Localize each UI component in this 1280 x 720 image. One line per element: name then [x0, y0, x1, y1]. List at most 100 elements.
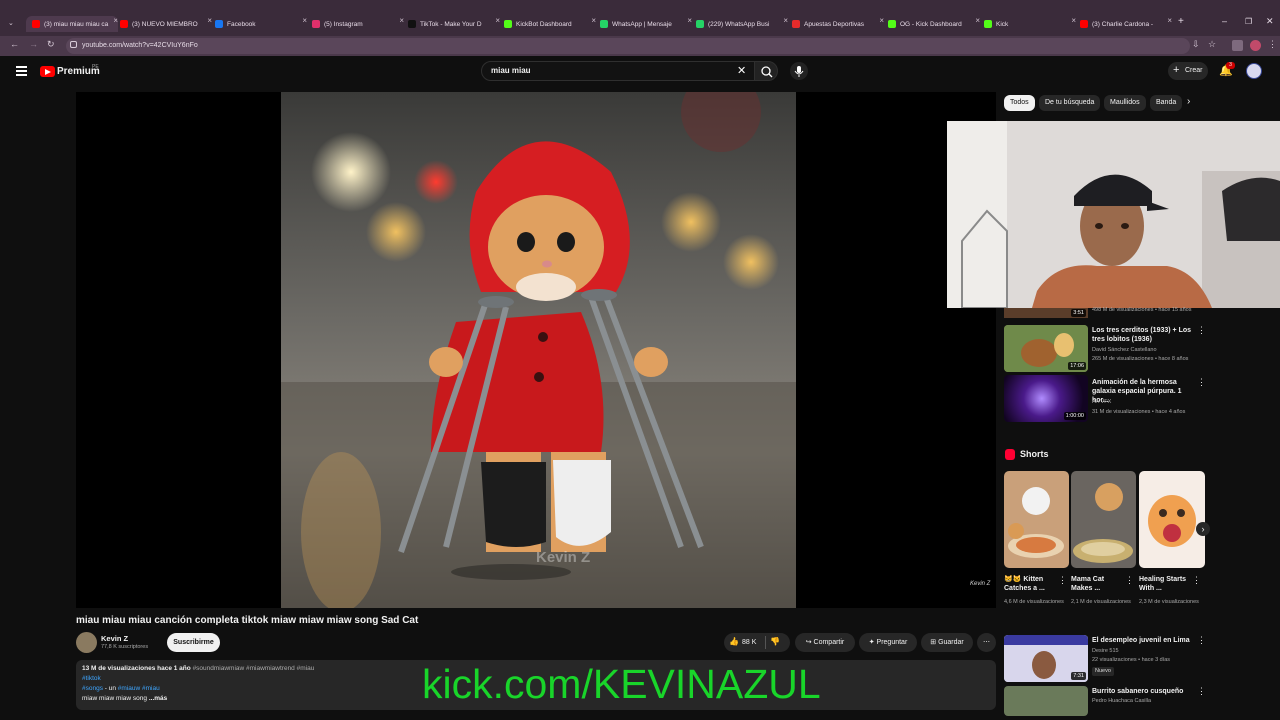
short-more-icon[interactable]: ⋮	[1058, 575, 1067, 586]
dislike-icon[interactable]: 👎	[770, 637, 780, 646]
search-input[interactable]: miau miau	[481, 61, 755, 81]
related-thumbnail-partial[interactable]: 3:51	[1004, 308, 1088, 318]
related-title[interactable]: Burrito sabanero cusqueño	[1092, 687, 1196, 696]
tab-close-icon[interactable]: ×	[591, 16, 596, 25]
install-icon[interactable]: ⇩	[1192, 39, 1200, 50]
tab-search-icon[interactable]: ⌄	[8, 19, 14, 27]
youtube-logo-icon[interactable]	[40, 66, 55, 77]
chip-maullidos[interactable]: Maullidos	[1104, 95, 1146, 111]
related-more-icon[interactable]: ⋮	[1197, 325, 1206, 336]
related-title[interactable]: El desempleo juvenil en Lima	[1092, 636, 1196, 645]
cat-cooking-thumbnail-illustration	[1071, 471, 1136, 568]
new-tab-icon[interactable]: +	[1178, 16, 1184, 27]
tab-close-icon[interactable]: ×	[783, 16, 788, 25]
browser-tab[interactable]: (3) Charlie Cardona - ×	[1080, 16, 1172, 32]
back-icon[interactable]: ←	[10, 39, 19, 49]
channel-name[interactable]: Kevin Z	[101, 634, 128, 643]
url-field[interactable]: youtube.com/watch?v=42CVIuY6nFo	[66, 38, 1190, 54]
profile-avatar[interactable]	[1250, 40, 1261, 51]
browser-tab[interactable]: Apuestas Deportivas ×	[792, 16, 884, 32]
ask-button[interactable]: ✦ Preguntar	[859, 633, 917, 652]
more-actions-button[interactable]: ⋯	[977, 633, 996, 652]
minimize-icon[interactable]: –	[1222, 16, 1227, 26]
tab-favicon	[504, 20, 512, 28]
hashtag-link[interactable]: #tiktok	[82, 675, 101, 682]
related-more-icon[interactable]: ⋮	[1197, 635, 1206, 646]
short-thumbnail[interactable]	[1004, 471, 1069, 568]
browser-tab[interactable]: Facebook ×	[215, 16, 307, 32]
video-frame-cat-in-raincoat[interactable]: Kevin Z	[281, 92, 796, 608]
chip-de-tu-busqueda[interactable]: De tu búsqueda	[1039, 95, 1101, 111]
related-title[interactable]: Los tres cerditos (1933) + Los tres lobi…	[1092, 326, 1192, 344]
tab-close-icon[interactable]: ×	[1167, 16, 1172, 25]
browser-tab[interactable]: WhatsApp | Mensaje ×	[600, 16, 692, 32]
browser-menu-icon[interactable]: ⋮	[1268, 39, 1277, 50]
browser-tab[interactable]: (229) WhatsApp Busi ×	[696, 16, 788, 32]
show-more-link[interactable]: ...más	[147, 695, 167, 702]
browser-tab[interactable]: Kick ×	[984, 16, 1076, 32]
voice-search-button[interactable]	[790, 62, 808, 80]
browser-tab[interactable]: (3) miau miau miau ca ×	[26, 16, 118, 32]
description-hashtags[interactable]: #soundmiawmiaw #miawmiawtrend #miau	[193, 665, 315, 672]
share-button[interactable]: ↪ Compartir	[795, 633, 855, 652]
like-icon[interactable]: 👍	[729, 637, 739, 646]
reload-icon[interactable]: ↻	[47, 39, 55, 50]
hashtag-link[interactable]: #miauw #miau	[118, 685, 160, 692]
bookmark-star-icon[interactable]: ☆	[1208, 39, 1216, 50]
tab-close-icon[interactable]: ×	[207, 16, 212, 25]
short-more-icon[interactable]: ⋮	[1192, 575, 1201, 586]
create-button[interactable]: + Crear	[1168, 62, 1208, 80]
browser-tab[interactable]: KickBot Dashboard ×	[504, 16, 596, 32]
save-button[interactable]: ⊞ Guardar	[921, 633, 973, 652]
account-avatar[interactable]	[1246, 63, 1262, 79]
related-thumbnail[interactable]: 1:00:00	[1004, 375, 1088, 422]
search-icon	[761, 66, 773, 78]
chip-banda[interactable]: Banda	[1150, 95, 1182, 111]
related-channel[interactable]: David Sánchez Castellano	[1092, 346, 1157, 355]
related-thumbnail[interactable]: 7:31	[1004, 635, 1088, 682]
short-views: 2,3 M de visualizaciones	[1139, 599, 1199, 605]
tab-close-icon[interactable]: ×	[399, 16, 404, 25]
related-more-icon[interactable]: ⋮	[1197, 686, 1206, 697]
channel-avatar[interactable]	[76, 632, 97, 653]
hamburger-menu-icon[interactable]	[16, 66, 27, 76]
short-thumbnail[interactable]	[1139, 471, 1205, 568]
related-channel[interactable]: AA VFX	[1092, 398, 1111, 407]
subscribe-button[interactable]: Suscribirme	[167, 633, 220, 652]
site-info-icon[interactable]	[70, 41, 77, 48]
tab-label: KickBot Dashboard	[516, 20, 572, 28]
forward-icon[interactable]: →	[29, 39, 38, 49]
tab-close-icon[interactable]: ×	[975, 16, 980, 25]
tab-close-icon[interactable]: ×	[687, 16, 692, 25]
related-thumbnail[interactable]: 17:06	[1004, 325, 1088, 372]
tab-close-icon[interactable]: ×	[1071, 16, 1076, 25]
browser-tab[interactable]: (3) NUEVO MIEMBRO ×	[120, 16, 212, 32]
close-window-icon[interactable]: ✕	[1266, 16, 1274, 27]
like-count[interactable]: 88 K	[742, 639, 756, 646]
related-more-icon[interactable]: ⋮	[1197, 377, 1206, 388]
search-button[interactable]	[754, 61, 778, 81]
short-title[interactable]: Mama Cat Makes ...	[1071, 575, 1125, 593]
tab-close-icon[interactable]: ×	[495, 16, 500, 25]
chip-todos[interactable]: Todos	[1004, 95, 1035, 111]
related-thumbnail[interactable]	[1004, 686, 1088, 716]
plus-icon: +	[1173, 64, 1180, 76]
related-channel[interactable]: Pedro Huachaca Casilla	[1092, 697, 1151, 706]
shorts-next-icon[interactable]: ›	[1196, 522, 1210, 536]
short-more-icon[interactable]: ⋮	[1125, 575, 1134, 586]
extension-icon[interactable]	[1232, 40, 1243, 51]
short-thumbnail[interactable]	[1071, 471, 1136, 568]
tab-close-icon[interactable]: ×	[113, 16, 118, 25]
browser-tab[interactable]: TikTok - Make Your D ×	[408, 16, 500, 32]
maximize-icon[interactable]: ❐	[1245, 17, 1252, 26]
clear-search-icon[interactable]: ✕	[737, 64, 746, 77]
chips-next-icon[interactable]: ›	[1187, 96, 1190, 107]
short-title[interactable]: Healing Starts With ...	[1139, 575, 1193, 593]
tab-close-icon[interactable]: ×	[302, 16, 307, 25]
hashtag-link[interactable]: #songs	[82, 685, 103, 692]
tab-close-icon[interactable]: ×	[879, 16, 884, 25]
short-title[interactable]: 😸🐱 Kitten Catches a ...	[1004, 575, 1058, 593]
browser-tab[interactable]: (5) Instagram ×	[312, 16, 404, 32]
related-channel[interactable]: Desire 515	[1092, 647, 1119, 656]
browser-tab[interactable]: OG - Kick Dashboard ×	[888, 16, 980, 32]
